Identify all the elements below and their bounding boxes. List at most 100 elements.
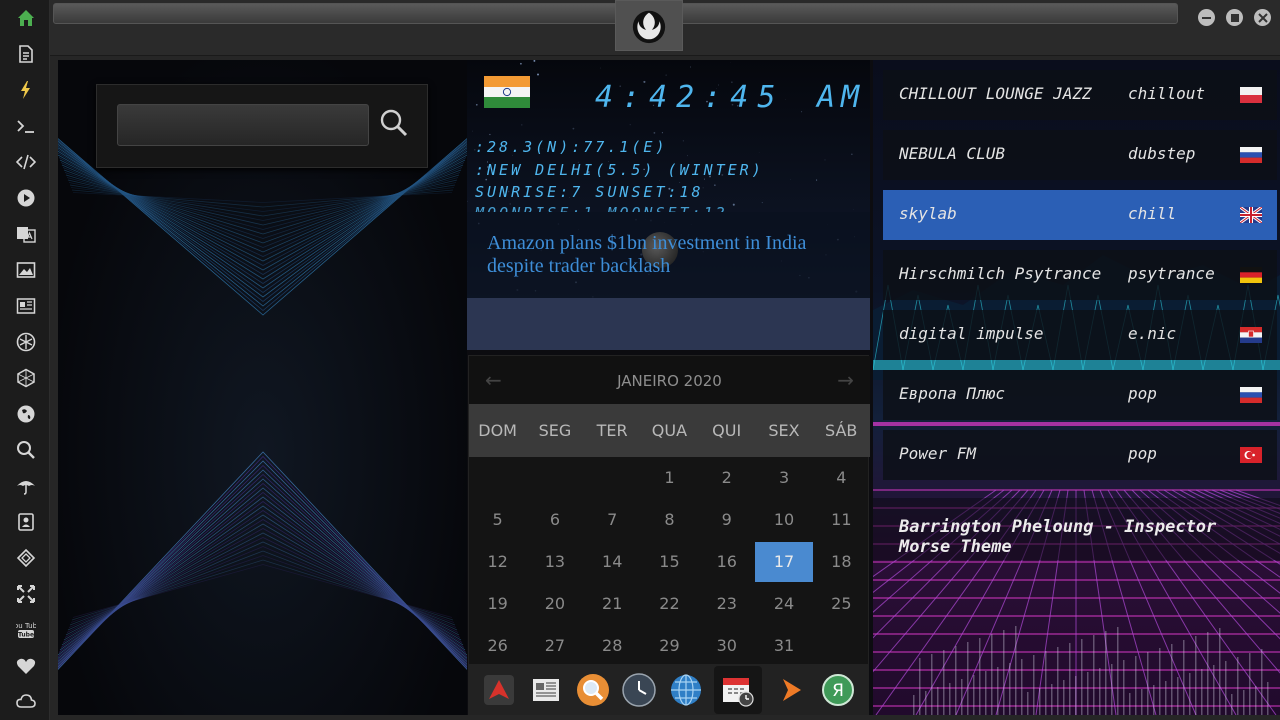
- calendar-day[interactable]: 1: [641, 458, 698, 498]
- tr-flag-icon: [1240, 447, 1262, 463]
- calendar-day[interactable]: 29: [641, 626, 698, 666]
- station-row[interactable]: Hirschmilch Psytrance psytrance: [883, 250, 1277, 300]
- terminal-icon[interactable]: [13, 113, 39, 139]
- news-headline-link[interactable]: Amazon plans $1bn investment in India de…: [487, 232, 847, 278]
- youtube-icon[interactable]: You Tube Tube: [13, 617, 39, 643]
- calendar-weekdays: DOM SEG TER QUA QUI SEX SÁB: [469, 404, 870, 457]
- next-month-icon[interactable]: →: [837, 368, 854, 392]
- calendar-day[interactable]: 5: [469, 500, 526, 540]
- now-playing-title: Barrington Pheloung - Inspector Morse Th…: [899, 517, 1217, 557]
- umbrella-icon[interactable]: [13, 473, 39, 499]
- calendar-day[interactable]: 24: [755, 584, 812, 624]
- station-name: Hirschmilch Psytrance: [899, 264, 1102, 283]
- lightning-icon[interactable]: [13, 77, 39, 103]
- station-row[interactable]: Power FM pop: [883, 430, 1277, 480]
- search-app-icon[interactable]: [575, 672, 611, 708]
- calendar-day[interactable]: 7: [584, 500, 641, 540]
- rebel-icon[interactable]: [13, 329, 39, 355]
- station-row[interactable]: NEBULA CLUB dubstep: [883, 130, 1277, 180]
- rebel-logo-tab[interactable]: [615, 0, 683, 51]
- cloud-icon[interactable]: [13, 689, 39, 715]
- heart-icon[interactable]: [13, 653, 39, 679]
- contacts-icon[interactable]: [13, 509, 39, 535]
- station-name: Европа Плюс: [899, 384, 1005, 403]
- calendar-day[interactable]: 28: [584, 626, 641, 666]
- calendar-day[interactable]: 22: [641, 584, 698, 624]
- search-input[interactable]: [117, 104, 369, 146]
- calendar-app-icon[interactable]: [714, 666, 763, 714]
- calendar-day[interactable]: 3: [755, 458, 812, 498]
- clock-icon[interactable]: [621, 672, 657, 708]
- calendar-day[interactable]: 15: [641, 542, 698, 582]
- calendar-day[interactable]: 18: [813, 542, 870, 582]
- calendar-day[interactable]: 25: [813, 584, 870, 624]
- calendar-day[interactable]: 31: [755, 626, 812, 666]
- station-name: CHILLOUT LOUNGE JAZZ: [899, 84, 1092, 103]
- sidebar-rail: You Tube Tube: [0, 0, 50, 720]
- station-name: skylab: [899, 204, 957, 223]
- station-genre: pop: [1128, 444, 1157, 463]
- moon-times-text: MOONRISE:1 MOONSET:12: [475, 204, 728, 212]
- calendar-day[interactable]: 26: [469, 626, 526, 666]
- station-row[interactable]: digital impulse e.nic: [883, 310, 1277, 360]
- search-button[interactable]: [377, 107, 411, 141]
- clock-widget: 4:42:45 AM :28.3(N):77.1(E) :NEW DELHI(5…: [467, 60, 870, 350]
- ubuntu-software-icon[interactable]: [481, 672, 517, 708]
- newspaper-icon[interactable]: [528, 672, 564, 708]
- document-icon[interactable]: [13, 41, 39, 67]
- image-icon[interactable]: [13, 257, 39, 283]
- top-bar: [50, 0, 1280, 56]
- station-row[interactable]: Европа Плюс pop: [883, 370, 1277, 420]
- calendar-day[interactable]: 20: [526, 584, 583, 624]
- svg-text:You Tube: You Tube: [16, 622, 36, 630]
- yandex-icon[interactable]: Я: [820, 672, 856, 708]
- calendar-day[interactable]: 9: [698, 500, 755, 540]
- calendar-day[interactable]: 14: [584, 542, 641, 582]
- coordinates-text: :28.3(N):77.1(E): [475, 138, 668, 156]
- calendar-day[interactable]: 6: [526, 500, 583, 540]
- globe-icon[interactable]: [13, 401, 39, 427]
- ru-flag-icon: [1240, 147, 1262, 163]
- close-button[interactable]: [1254, 9, 1271, 26]
- app-dock: Я: [468, 665, 869, 715]
- search-panel: [96, 84, 428, 168]
- station-row[interactable]: skylab chill: [883, 190, 1277, 240]
- news-icon[interactable]: [13, 293, 39, 319]
- gb-flag-icon: [1240, 207, 1262, 223]
- calendar-day[interactable]: 27: [526, 626, 583, 666]
- calendar-day[interactable]: 12: [469, 542, 526, 582]
- code-icon[interactable]: [13, 149, 39, 175]
- maximize-button[interactable]: [1226, 9, 1243, 26]
- ru-flag-icon: [1240, 387, 1262, 403]
- clock-ampm: AM: [817, 80, 866, 115]
- calendar-day[interactable]: 23: [698, 584, 755, 624]
- calendar-day[interactable]: 4: [813, 458, 870, 498]
- calendar-day[interactable]: 16: [698, 542, 755, 582]
- calendar-day[interactable]: 19: [469, 584, 526, 624]
- calendar-day[interactable]: 30: [698, 626, 755, 666]
- india-flag-icon: [484, 76, 530, 108]
- hexagon-icon[interactable]: [13, 365, 39, 391]
- search-icon[interactable]: [13, 437, 39, 463]
- calendar-day[interactable]: 13: [526, 542, 583, 582]
- news-footer-bar: [467, 298, 870, 350]
- svg-text:Я: Я: [832, 681, 844, 701]
- station-genre: pop: [1128, 384, 1157, 403]
- fullscreen-icon[interactable]: [13, 581, 39, 607]
- diamond-icon[interactable]: [13, 545, 39, 571]
- home-icon[interactable]: [13, 5, 39, 31]
- calendar-day[interactable]: 8: [641, 500, 698, 540]
- calendar-day-today[interactable]: 17: [755, 542, 813, 582]
- minimize-button[interactable]: [1198, 9, 1215, 26]
- calendar-day[interactable]: 11: [813, 500, 870, 540]
- calendar-day[interactable]: 10: [755, 500, 812, 540]
- calendar-grid: 1 2 3 4 5 6 7 8 9 10 11 12 13 14 15 16 17 18 19 20 21 22 23 24 2…: [469, 457, 870, 667]
- calendar-day[interactable]: 21: [584, 584, 641, 624]
- calendar-day[interactable]: 2: [698, 458, 755, 498]
- station-name: Power FM: [899, 444, 977, 463]
- play-icon[interactable]: [13, 185, 39, 211]
- play-arrow-icon[interactable]: [773, 672, 809, 708]
- station-row[interactable]: CHILLOUT LOUNGE JAZZ chillout: [883, 70, 1277, 120]
- translate-icon[interactable]: [13, 221, 39, 247]
- globe-browser-icon[interactable]: [668, 672, 704, 708]
